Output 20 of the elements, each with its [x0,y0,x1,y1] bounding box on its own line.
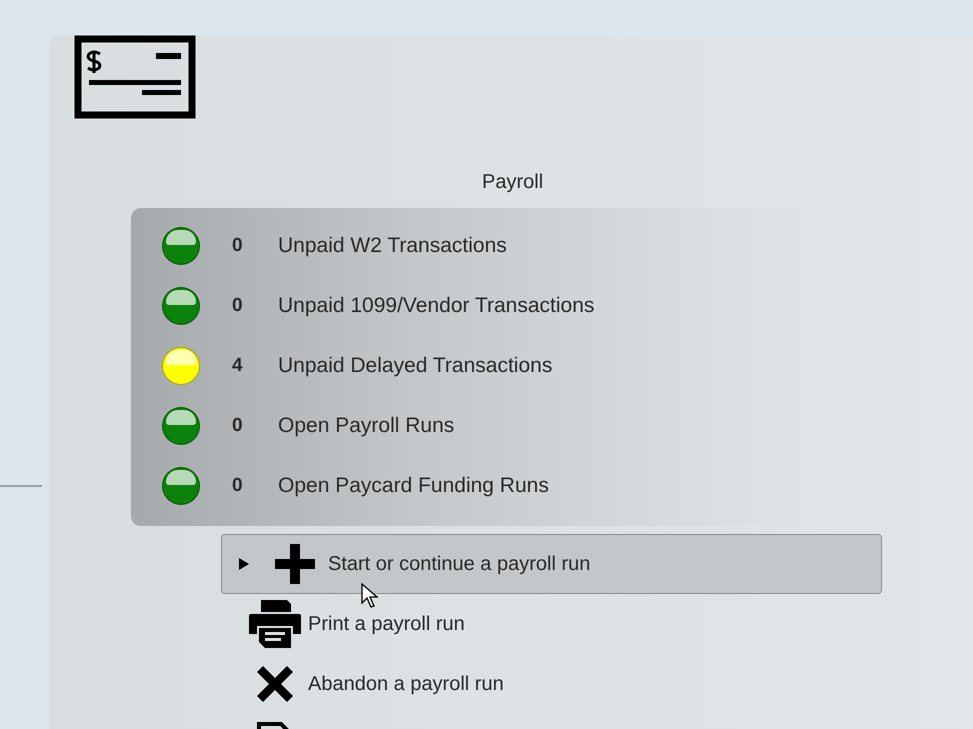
status-count: 0 [232,295,244,317]
status-label: Unpaid Delayed Transactions [278,354,552,378]
status-count: 4 [232,355,244,377]
status-label: Unpaid W2 Transactions [278,234,507,258]
module-title: Payroll [482,171,544,193]
plus-icon [275,544,315,584]
pointer-icon [239,558,249,570]
status-label: Unpaid 1099/Vendor Transactions [278,294,594,318]
status-count: 0 [232,235,244,257]
status-label: Open Payroll Runs [278,414,454,438]
status-label: Open Paycard Funding Runs [278,474,549,498]
action-item[interactable]: Abandon a payroll run [221,654,882,714]
close-icon [255,666,295,702]
status-count: 0 [232,475,244,497]
mouse-cursor-icon [361,583,379,609]
action-item[interactable]: Start or continue a payroll run [221,534,882,594]
check-icon [74,35,196,119]
printer-icon [249,600,301,648]
status-count: 0 [232,415,244,437]
action-item[interactable]: Print a payroll run [221,594,882,654]
